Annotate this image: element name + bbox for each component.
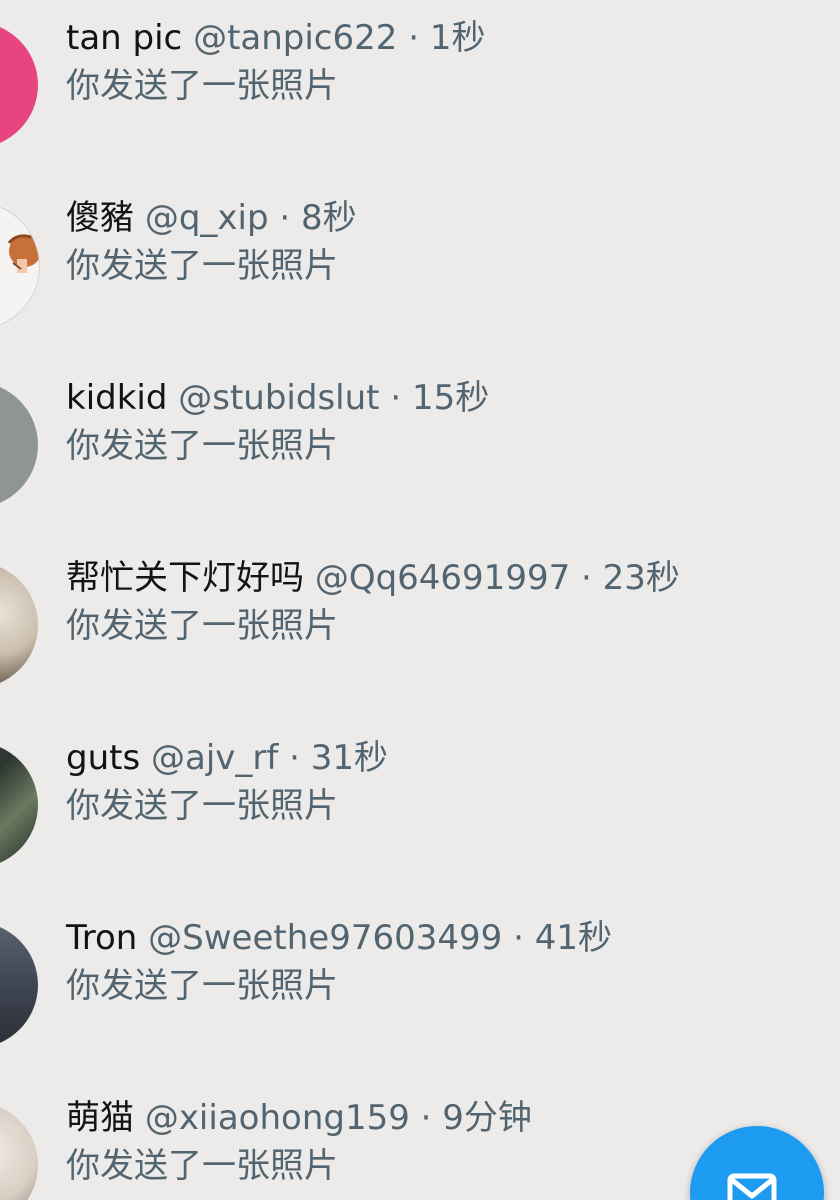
avatar[interactable] [0, 202, 40, 330]
separator-dot: · [390, 378, 402, 418]
display-name: 傻豬 [66, 198, 134, 238]
conversation-header: tan pic @tanpic622 · 1秒 [66, 16, 485, 60]
message-preview: 你发送了一张照片 [66, 1146, 338, 1186]
handle: @stubidslut [178, 378, 380, 418]
conversation-header: 萌猫 @xiiaohong159 · 9分钟 [66, 1096, 532, 1140]
conversation-header: 傻豬 @q_xip · 8秒 [66, 196, 357, 240]
avatar[interactable] [0, 562, 38, 688]
conversation-row[interactable]: tan pic @tanpic622 · 1秒 你发送了一张照片 [0, 0, 840, 180]
conversation-header: 帮忙关下灯好吗 @Qq64691997 · 23秒 [66, 556, 680, 600]
message-preview: 你发送了一张照片 [66, 66, 338, 106]
avatar[interactable] [0, 382, 38, 508]
handle: @q_xip [144, 198, 269, 238]
display-name: kidkid [66, 378, 168, 418]
display-name: guts [66, 738, 141, 778]
message-preview: 你发送了一张照片 [66, 606, 338, 646]
separator-dot: · [420, 1098, 432, 1138]
separator-dot: · [581, 558, 592, 598]
conversation-row[interactable]: Tron @Sweethe97603499 · 41秒 你发送了一张照片 [0, 900, 840, 1080]
handle: @Qq64691997 [314, 558, 571, 598]
timestamp: 41秒 [534, 918, 612, 958]
avatar[interactable] [0, 922, 38, 1048]
timestamp: 9分钟 [442, 1098, 532, 1138]
separator-dot: · [279, 198, 291, 238]
display-name: tan pic [66, 18, 183, 58]
separator-dot: · [408, 18, 420, 58]
conversation-row[interactable]: 帮忙关下灯好吗 @Qq64691997 · 23秒 你发送了一张照片 [0, 540, 840, 720]
timestamp: 15秒 [411, 378, 490, 418]
timestamp: 1秒 [429, 18, 486, 58]
conversation-header: kidkid @stubidslut · 15秒 [66, 376, 489, 420]
timestamp: 8秒 [300, 198, 357, 238]
message-preview: 你发送了一张照片 [66, 246, 338, 286]
conversation-row[interactable]: guts @ajv_rf · 31秒 你发送了一张照片 [0, 720, 840, 900]
conversation-row[interactable]: kidkid @stubidslut · 15秒 你发送了一张照片 [0, 360, 840, 540]
avatar[interactable] [0, 22, 38, 148]
message-preview: 你发送了一张照片 [66, 786, 338, 826]
timestamp: 23秒 [602, 558, 680, 598]
separator-dot: · [289, 738, 300, 778]
display-name: Tron [66, 918, 138, 958]
message-preview: 你发送了一张照片 [66, 966, 338, 1006]
handle: @tanpic622 [193, 18, 398, 58]
new-message-icon [727, 1173, 777, 1200]
cartoon-face-icon [7, 234, 39, 273]
message-preview: 你发送了一张照片 [66, 426, 338, 466]
conversation-header: guts @ajv_rf · 31秒 [66, 736, 388, 780]
separator-dot: · [513, 918, 524, 958]
avatar[interactable] [0, 1102, 38, 1200]
avatar[interactable] [0, 742, 38, 868]
handle: @Sweethe97603499 [148, 918, 503, 958]
display-name: 帮忙关下灯好吗 [66, 558, 304, 598]
display-name: 萌猫 [66, 1098, 134, 1138]
handle: @xiiaohong159 [144, 1098, 410, 1138]
conversation-row[interactable]: 傻豬 @q_xip · 8秒 你发送了一张照片 [0, 180, 840, 360]
messages-screen: tan pic @tanpic622 · 1秒 你发送了一张照片 傻豬 @q_x… [0, 0, 840, 1200]
handle: @ajv_rf [151, 738, 279, 778]
timestamp: 31秒 [310, 738, 389, 778]
conversation-header: Tron @Sweethe97603499 · 41秒 [66, 916, 612, 960]
